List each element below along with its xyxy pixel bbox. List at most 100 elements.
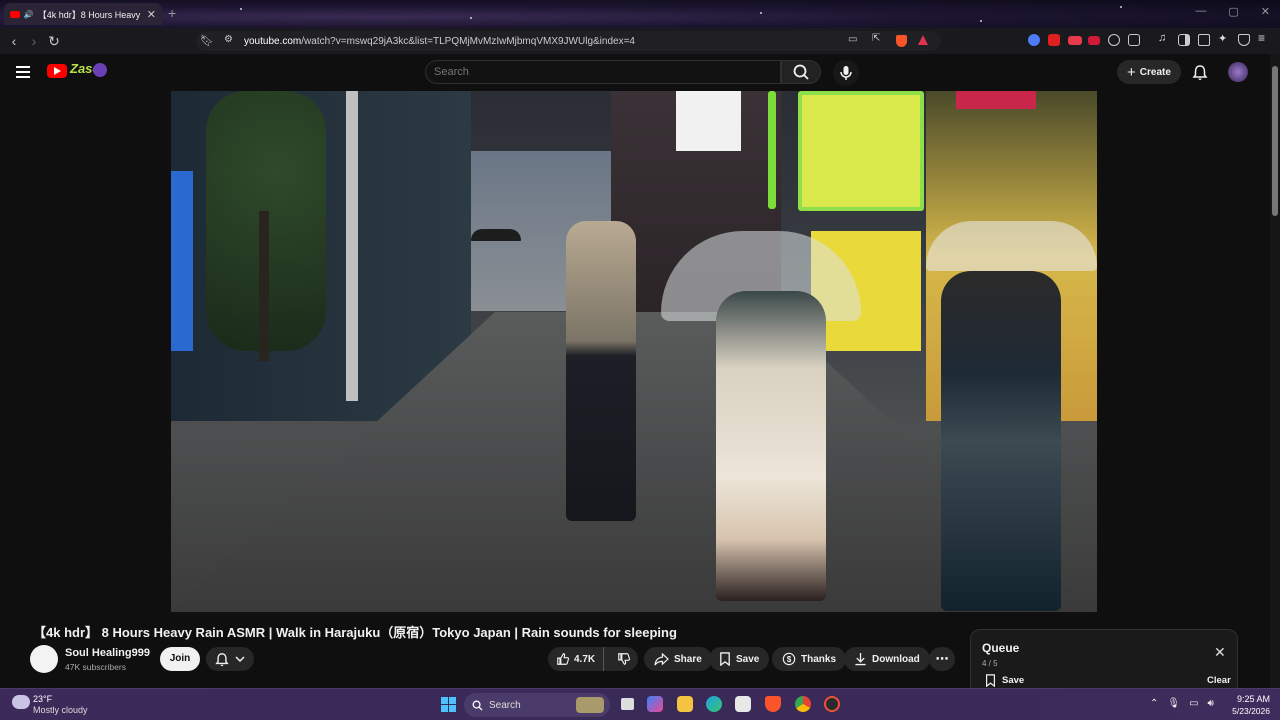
- video-scene-yellow-billboard: [798, 91, 924, 211]
- extension-icon-1[interactable]: [1028, 34, 1040, 46]
- dislike-button[interactable]: [609, 647, 639, 671]
- share-label: Share: [674, 653, 702, 665]
- search-button[interactable]: [781, 60, 821, 84]
- extension-icon-4[interactable]: [1088, 36, 1100, 45]
- hamburger-menu-icon[interactable]: [16, 66, 30, 81]
- sparkle-icon[interactable]: ✦: [1218, 32, 1230, 45]
- video-scene-umbrella: [471, 229, 521, 241]
- browser-toolbar: ‹ › ↻ 🔖︎ ⚙︎ youtube.com /watch?v=mswq29j…: [0, 28, 1280, 54]
- weather-description[interactable]: Mostly cloudy: [33, 705, 88, 715]
- sidebar-icon[interactable]: [1178, 34, 1190, 46]
- scrollbar-thumb[interactable]: [1272, 66, 1278, 216]
- youtube-header: Zasé + Create: [0, 54, 1270, 90]
- tab-close-icon[interactable]: ✕: [147, 8, 156, 21]
- channel-avatar[interactable]: [30, 645, 58, 673]
- video-scene-green-neon: [768, 91, 776, 209]
- video-scene-red-neon: [956, 91, 1036, 109]
- video-scene-person-1: [566, 221, 636, 521]
- more-actions-button[interactable]: ⋯: [929, 647, 955, 671]
- taskbar-clock-time[interactable]: 9:25 AM: [1224, 694, 1270, 704]
- search-highlight-icon: [576, 697, 604, 713]
- address-bar[interactable]: 🔖︎ ⚙︎ youtube.com /watch?v=mswq29jA3kc&l…: [196, 31, 941, 51]
- background-star: [470, 17, 472, 19]
- brave-browser-icon[interactable]: [765, 696, 781, 712]
- microphone-icon: [840, 66, 852, 80]
- weather-temperature[interactable]: 23°F: [33, 694, 52, 704]
- windows-start-icon[interactable]: [441, 697, 456, 712]
- tray-network-icon[interactable]: ▭: [1189, 698, 1198, 709]
- download-button[interactable]: Download: [844, 647, 930, 671]
- background-star: [760, 12, 762, 14]
- page-scrollbar[interactable]: [1270, 54, 1280, 688]
- reload-icon[interactable]: ↻: [44, 33, 64, 50]
- subscriber-count: 47K subscribers: [65, 662, 126, 672]
- cast-icon[interactable]: ▭: [848, 34, 857, 45]
- extension-icon-3[interactable]: [1068, 36, 1082, 45]
- bookmark-icon[interactable]: 🔖︎: [200, 34, 214, 47]
- browser-tab-strip: 🔊 【4k hdr】8 Hours Heavy Rain ✕ + — ▢ ✕: [0, 0, 1280, 28]
- notifications-bell-icon[interactable]: [1192, 64, 1208, 81]
- channel-name[interactable]: Soul Healing999: [65, 647, 150, 659]
- weather-cloud-icon[interactable]: [12, 695, 30, 709]
- video-scene-blue-sign: [171, 171, 193, 351]
- doodle-emblem-icon: [93, 63, 107, 77]
- browser-tab-active[interactable]: 🔊 【4k hdr】8 Hours Heavy Rain ✕: [4, 3, 162, 25]
- menu-icon[interactable]: ≡: [1258, 31, 1270, 45]
- microsoft-store-icon[interactable]: [735, 696, 751, 712]
- url-path: /watch?v=mswq29jA3kc&list=TLPQMjMvMzIwMj…: [301, 35, 635, 47]
- system-tray: ⌃ 🎙︎ ▭ 🔊︎: [1150, 698, 1214, 709]
- like-button[interactable]: 4.7K: [548, 647, 605, 671]
- background-star: [240, 8, 242, 10]
- share-page-icon[interactable]: ⇱: [872, 33, 880, 44]
- wallet-icon[interactable]: [1198, 34, 1210, 46]
- share-button[interactable]: Share: [644, 647, 712, 671]
- bell-icon: [215, 652, 229, 666]
- create-button[interactable]: + Create: [1117, 60, 1181, 84]
- taskbar-clock-date[interactable]: 5/23/2026: [1224, 706, 1270, 716]
- extension-icon-6[interactable]: [1128, 34, 1140, 46]
- search-input[interactable]: [425, 60, 781, 84]
- new-tab-button[interactable]: +: [168, 5, 176, 21]
- tray-microphone-icon[interactable]: 🎙︎: [1167, 698, 1180, 709]
- maximize-icon[interactable]: ▢: [1228, 5, 1238, 18]
- minimize-icon[interactable]: —: [1195, 5, 1206, 18]
- video-player[interactable]: [171, 91, 1097, 612]
- youtube-logo-icon[interactable]: [47, 64, 67, 78]
- task-view-icon[interactable]: [621, 698, 634, 710]
- background-star: [1120, 6, 1122, 8]
- video-scene-pole: [346, 91, 358, 401]
- save-button[interactable]: Save: [709, 647, 770, 671]
- bookmark-icon: [720, 652, 730, 666]
- shield-icon[interactable]: [1238, 34, 1250, 46]
- window-close-icon[interactable]: ✕: [1261, 5, 1270, 18]
- download-icon: [855, 652, 866, 666]
- thanks-button[interactable]: $ Thanks: [772, 647, 847, 671]
- forward-icon[interactable]: ›: [24, 33, 44, 49]
- extension-icon-5[interactable]: [1108, 34, 1120, 46]
- join-button[interactable]: Join: [160, 647, 200, 671]
- voice-search-button[interactable]: [833, 60, 859, 86]
- back-icon[interactable]: ‹: [4, 33, 24, 49]
- file-explorer-icon[interactable]: [677, 696, 693, 712]
- create-label: Create: [1139, 66, 1171, 78]
- notification-preferences-button[interactable]: [206, 647, 254, 671]
- video-scene-clear-umbrella-2: [926, 221, 1097, 271]
- queue-save-label: Save: [1002, 675, 1025, 686]
- extension-icon-2[interactable]: [1048, 34, 1060, 46]
- chrome-browser-icon[interactable]: [795, 696, 811, 712]
- rewards-icon[interactable]: [918, 35, 928, 45]
- music-icon[interactable]: ♫: [1158, 32, 1170, 44]
- queue-save-button[interactable]: Save: [985, 674, 1024, 687]
- copilot-icon[interactable]: [647, 696, 663, 712]
- queue-title: Queue: [982, 641, 1020, 655]
- queue-close-icon[interactable]: ✕: [1214, 644, 1226, 661]
- obs-app-icon[interactable]: [824, 696, 840, 712]
- site-info-icon[interactable]: ⚙︎: [224, 34, 233, 45]
- account-avatar[interactable]: [1228, 62, 1248, 82]
- brave-shield-icon[interactable]: [896, 35, 907, 47]
- tray-overflow-chevron-icon[interactable]: ⌃: [1150, 698, 1158, 709]
- tray-volume-icon[interactable]: 🔊︎: [1208, 698, 1214, 709]
- queue-clear-button[interactable]: Clear: [1207, 675, 1231, 686]
- edge-browser-icon[interactable]: [706, 696, 722, 712]
- taskbar-search[interactable]: Search: [464, 693, 610, 717]
